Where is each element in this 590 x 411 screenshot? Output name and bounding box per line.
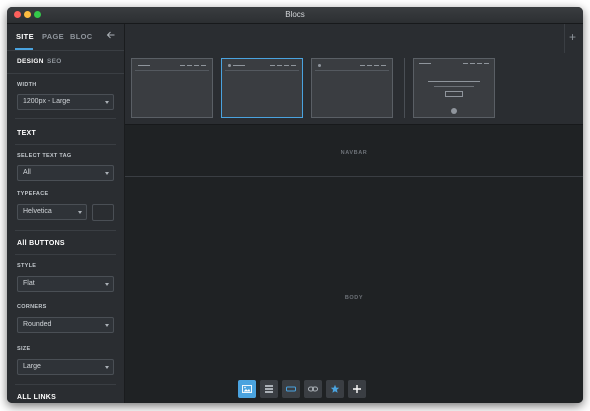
thumbnail-links <box>463 63 489 64</box>
active-tab-indicator <box>15 48 33 50</box>
button-corners-select[interactable]: Rounded <box>17 317 114 333</box>
thumbnail-navbar <box>315 62 389 71</box>
typeface-select[interactable]: Helvetica <box>17 204 87 220</box>
thumbnail-logo <box>233 65 245 66</box>
thumbnail-separator <box>404 58 405 118</box>
button-style-value: Flat <box>23 280 35 287</box>
tab-site[interactable]: SITE <box>16 32 34 41</box>
size-label: SIZE <box>17 346 31 352</box>
thumbnail-heading <box>428 81 480 82</box>
button-size-value: Large <box>23 363 41 370</box>
chevron-down-icon <box>105 366 109 369</box>
chevron-down-icon <box>105 283 109 286</box>
layers-button[interactable] <box>260 380 278 398</box>
thumbnail-navbar <box>225 62 299 71</box>
links-section-title: ALL LINKS <box>17 394 57 401</box>
text-tag-select[interactable]: All <box>17 165 114 181</box>
typeface-value: Helvetica <box>23 208 52 215</box>
image-button[interactable] <box>238 380 256 398</box>
button-element-button[interactable] <box>282 380 300 398</box>
hero-thumbnail[interactable] <box>413 58 495 118</box>
typeface-label: TYPEFACE <box>17 191 49 197</box>
tab-bloc[interactable]: BLOC <box>70 32 92 41</box>
thumbnail-button <box>445 91 463 97</box>
navbar-thumbnail-bar: + <box>125 24 583 125</box>
add-bloc-button[interactable]: + <box>564 24 583 53</box>
sidebar-subtabs: DESIGN SEO <box>7 51 124 74</box>
tab-page[interactable]: PAGE <box>42 32 64 41</box>
button-style-select[interactable]: Flat <box>17 276 114 292</box>
add-element-button[interactable] <box>348 380 366 398</box>
button-size-select[interactable]: Large <box>17 359 114 375</box>
thumbnail-logo <box>419 63 431 64</box>
link-button[interactable] <box>304 380 322 398</box>
select-text-tag-label: SELECT TEXT TAG <box>17 153 72 159</box>
star-icon <box>330 384 340 393</box>
navbar-thumbnail[interactable] <box>131 58 213 118</box>
plus-icon: + <box>569 30 577 44</box>
thumbnail-logo-dot <box>228 64 231 67</box>
subtab-seo[interactable]: SEO <box>47 58 62 65</box>
sidebar: SITE PAGE BLOC DESIGN SEO WIDTH 1200px -… <box>7 24 125 403</box>
button-icon <box>286 386 296 392</box>
button-corners-value: Rounded <box>23 321 52 328</box>
width-select[interactable]: 1200px - Large <box>17 94 114 110</box>
chevron-down-icon <box>78 211 82 214</box>
text-color-swatch[interactable] <box>92 204 114 221</box>
thumbnail-links <box>360 65 386 66</box>
divider <box>15 144 116 145</box>
thumbnail-logo-dot <box>318 64 321 67</box>
thumbnail-links <box>180 65 206 66</box>
thumbnail-text <box>434 86 474 87</box>
window-title: Blocs <box>285 10 305 19</box>
divider <box>15 384 116 385</box>
chevron-down-icon <box>105 101 109 104</box>
image-icon <box>242 385 252 393</box>
navbar-area-label: NAVBAR <box>340 150 368 156</box>
navbar-thumbnail-selected[interactable] <box>221 58 303 118</box>
thumbnail-logo <box>138 65 150 66</box>
favorites-button[interactable] <box>326 380 344 398</box>
app-window: Blocs SITE PAGE BLOC DESIGN SEO WIDTH 12… <box>7 7 583 403</box>
buttons-section-title: All BUTTONS <box>17 240 65 247</box>
divider <box>15 254 116 255</box>
text-tag-value: All <box>23 169 31 176</box>
plus-icon <box>353 385 361 393</box>
corners-label: CORNERS <box>17 304 47 310</box>
layers-icon <box>265 385 273 393</box>
thumbnail-icon <box>451 108 457 114</box>
chevron-down-icon <box>105 172 109 175</box>
link-icon <box>308 386 318 392</box>
style-label: STYLE <box>17 263 37 269</box>
navbar-drop-area[interactable]: NAVBAR <box>125 125 583 177</box>
chevron-down-icon <box>105 324 109 327</box>
subtab-design[interactable]: DESIGN <box>17 58 44 65</box>
divider <box>15 230 116 231</box>
sidebar-tabs: SITE PAGE BLOC <box>7 24 124 51</box>
thumbnail-navbar <box>135 62 209 71</box>
title-bar: Blocs <box>7 7 583 24</box>
back-arrow-icon[interactable] <box>106 30 116 40</box>
body-area-label: BODY <box>344 295 364 301</box>
width-value: 1200px - Large <box>23 98 71 105</box>
divider <box>15 118 116 119</box>
navbar-thumbnail[interactable] <box>311 58 393 118</box>
width-label: WIDTH <box>17 82 37 88</box>
main-canvas: + NAVBAR BODY <box>125 24 583 403</box>
text-section-title: TEXT <box>17 130 37 137</box>
thumbnail-links <box>270 65 296 66</box>
